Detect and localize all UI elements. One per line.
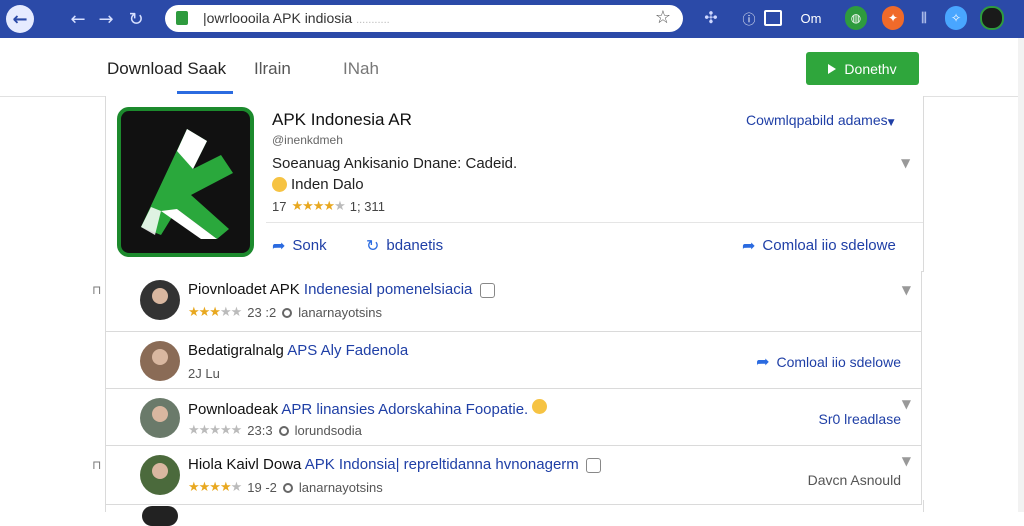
app-developer[interactable]: @inenkdmeh	[272, 133, 343, 147]
location-icon	[282, 307, 293, 318]
back-button[interactable]: ←	[6, 5, 34, 33]
emoji-icon	[532, 399, 548, 414]
bars-icon[interactable]: ⫼	[914, 6, 934, 30]
chevron-down-icon[interactable]: ▼	[902, 397, 911, 411]
avatar	[140, 280, 180, 320]
list-item[interactable]: ⊓ Piovnloadet APK Indenesial pomenelsiac…	[92, 271, 922, 332]
list-item-title[interactable]: Pownloadeak APR linansies Adorskahina Fo…	[188, 399, 548, 418]
share-action[interactable]: ➦ Sonk	[272, 236, 327, 255]
list-item-partial	[105, 500, 924, 526]
tag-icon	[479, 282, 495, 298]
app-logo	[117, 107, 254, 257]
share-icon: ➦	[756, 352, 770, 371]
active-tab-indicator	[177, 91, 233, 94]
tab-second[interactable]: Ilrain	[254, 59, 291, 79]
tag-icon	[585, 457, 601, 473]
page-header: Download Saak Ilrain INah Donethv	[0, 38, 1024, 97]
bookmark-icon[interactable]: ⊓	[92, 458, 101, 472]
list-item[interactable]: Bedatigralnalg APS Aly Fadenola 2J Lu ➦ C…	[105, 332, 922, 389]
scrollbar[interactable]	[1018, 38, 1024, 512]
download-link[interactable]: Davcn Asnould	[808, 472, 901, 488]
more-link[interactable]: Sr0 lreadlase	[819, 411, 902, 427]
chevron-down-icon[interactable]: ▼	[902, 454, 911, 468]
browser-toolbar: ← ← → ↻ |owrloooila APK indiosia .......…	[0, 0, 1024, 38]
list-item-meta: ★★★★★ 23 :2 lanarnayotsins	[188, 305, 383, 320]
list-item-title[interactable]: Hiola Kaivl Dowa APK Indonsia| repreltid…	[188, 456, 601, 473]
forward-arrow-icon[interactable]: →	[92, 5, 120, 33]
share-icon: ➦	[742, 236, 756, 255]
list-item-title[interactable]: Bedatigralnalg APS Aly Fadenola	[188, 342, 408, 359]
app-title: APK Indonesia AR	[272, 110, 412, 129]
results-list: ⊓ Piovnloadet APK Indenesial pomenelsiac…	[92, 271, 922, 505]
tab-third[interactable]: INah	[343, 59, 379, 79]
list-item[interactable]: Pownloadeak APR linansies Adorskahina Fo…	[105, 389, 922, 446]
orange-extension-icon[interactable]: ✦	[882, 6, 904, 30]
location-icon	[282, 482, 293, 493]
list-item-meta: ★★★★★ 23:3 lorundsodia	[188, 423, 362, 438]
reload-icon[interactable]: ↻	[122, 5, 150, 33]
lock-icon	[176, 11, 188, 25]
app-description: Soeanuag Ankisanio Dnane: Cadeid.	[272, 155, 518, 172]
app-card: APK Indonesia AR @inenkdmeh Soeanuag Ank…	[105, 96, 924, 272]
list-item-meta: 2J Lu	[188, 366, 220, 381]
address-bar[interactable]: |owrloooila APK indiosia ........... ☆	[165, 5, 683, 32]
tab-download[interactable]: Download Saak	[107, 59, 226, 79]
bookmark-star-icon[interactable]: ☆	[655, 7, 671, 28]
rating-stars: ★★★★★	[291, 199, 345, 214]
app-rating: 17 ★★★★★ 1; 311	[272, 199, 385, 214]
chevron-down-icon[interactable]: ▼	[901, 156, 910, 170]
avatar	[140, 455, 180, 495]
pin-icon[interactable]: ✣	[700, 6, 722, 30]
blue-extension-icon[interactable]: ✧	[945, 6, 967, 30]
info-icon[interactable]: ⓘ	[738, 6, 760, 30]
extension-label[interactable]: Om	[796, 6, 826, 30]
avatar	[140, 398, 180, 438]
avatar	[142, 506, 178, 526]
download-action[interactable]: ➦ Comloal iio sdelowe	[742, 236, 896, 255]
share-icon: ➦	[272, 236, 286, 255]
smile-emoji-icon	[272, 177, 287, 192]
play-icon	[828, 63, 837, 74]
download-games-link[interactable]: Cowmlqpabild adames▼	[746, 112, 895, 128]
back-arrow-icon[interactable]: ←	[64, 5, 92, 33]
sync-icon: ↻	[366, 236, 380, 255]
chevron-down-icon: ▼	[887, 118, 895, 128]
list-item-title[interactable]: Piovnloadet APK Indenesial pomenelsiacia	[188, 281, 495, 298]
list-item-meta: ★★★★★ 19 -2 lanarnayotsins	[188, 480, 383, 495]
chevron-down-icon[interactable]: ▼	[902, 283, 911, 297]
sync-action[interactable]: ↻ bdanetis	[366, 236, 443, 255]
download-link[interactable]: ➦ Comloal iio sdelowe	[756, 352, 901, 371]
download-button-label: Donethv	[844, 60, 897, 77]
bookmark-icon[interactable]: ⊓	[92, 283, 101, 297]
url-text[interactable]: |owrloooila APK indiosia ...........	[203, 10, 390, 26]
avatar	[140, 341, 180, 381]
profile-avatar[interactable]	[980, 6, 1004, 30]
location-icon	[278, 425, 289, 436]
app-language: Inden Dalo	[272, 176, 364, 193]
download-button[interactable]: Donethv	[806, 52, 919, 85]
list-item[interactable]: ⊓ Hiola Kaivl Dowa APK Indonsia| reprelt…	[92, 446, 922, 505]
window-icon[interactable]	[764, 6, 782, 30]
green-extension-icon[interactable]: ◍	[845, 6, 867, 30]
divider	[266, 222, 923, 223]
